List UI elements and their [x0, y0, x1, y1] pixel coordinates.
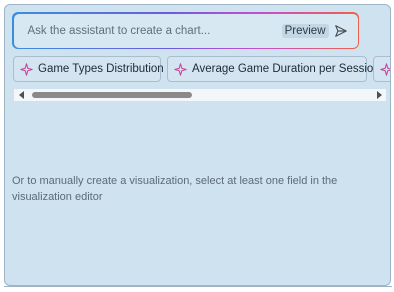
manual-visualization-hint: Or to manually create a visualization, s…	[12, 175, 338, 203]
scroll-left-arrow-icon[interactable]	[19, 91, 24, 99]
suggestion-chips: Game Types Distribution Average Game Dur…	[13, 56, 390, 84]
suggestion-chip-game-types[interactable]: Game Types Distribution	[13, 56, 164, 82]
scrollbar-thumb[interactable]	[32, 92, 192, 98]
suggestion-chip-partial[interactable]	[373, 56, 390, 82]
scroll-right-arrow-icon[interactable]	[377, 91, 382, 99]
preview-send-button[interactable]: Preview	[281, 21, 348, 41]
horizontal-scrollbar[interactable]	[14, 89, 386, 101]
suggestion-chip-avg-duration[interactable]: Average Game Duration per Session	[167, 56, 380, 82]
send-icon[interactable]	[334, 24, 348, 38]
prompt-input[interactable]: Ask the assistant to create a chart... P…	[13, 13, 358, 48]
suggestion-chip-label: Game Types Distribution	[38, 63, 164, 75]
preview-label: Preview	[281, 23, 329, 38]
suggestion-chip-label: Average Game Duration per Session	[192, 63, 380, 75]
copilot-panel: Ask the assistant to create a chart... P…	[4, 4, 391, 286]
prompt-box[interactable]: Ask the assistant to create a chart... P…	[12, 12, 359, 49]
sparkle-icon	[380, 62, 390, 76]
panel-bottom-border	[4, 286, 392, 287]
sparkle-icon	[174, 62, 187, 76]
sparkle-icon	[20, 62, 33, 76]
prompt-placeholder: Ask the assistant to create a chart...	[27, 24, 211, 37]
